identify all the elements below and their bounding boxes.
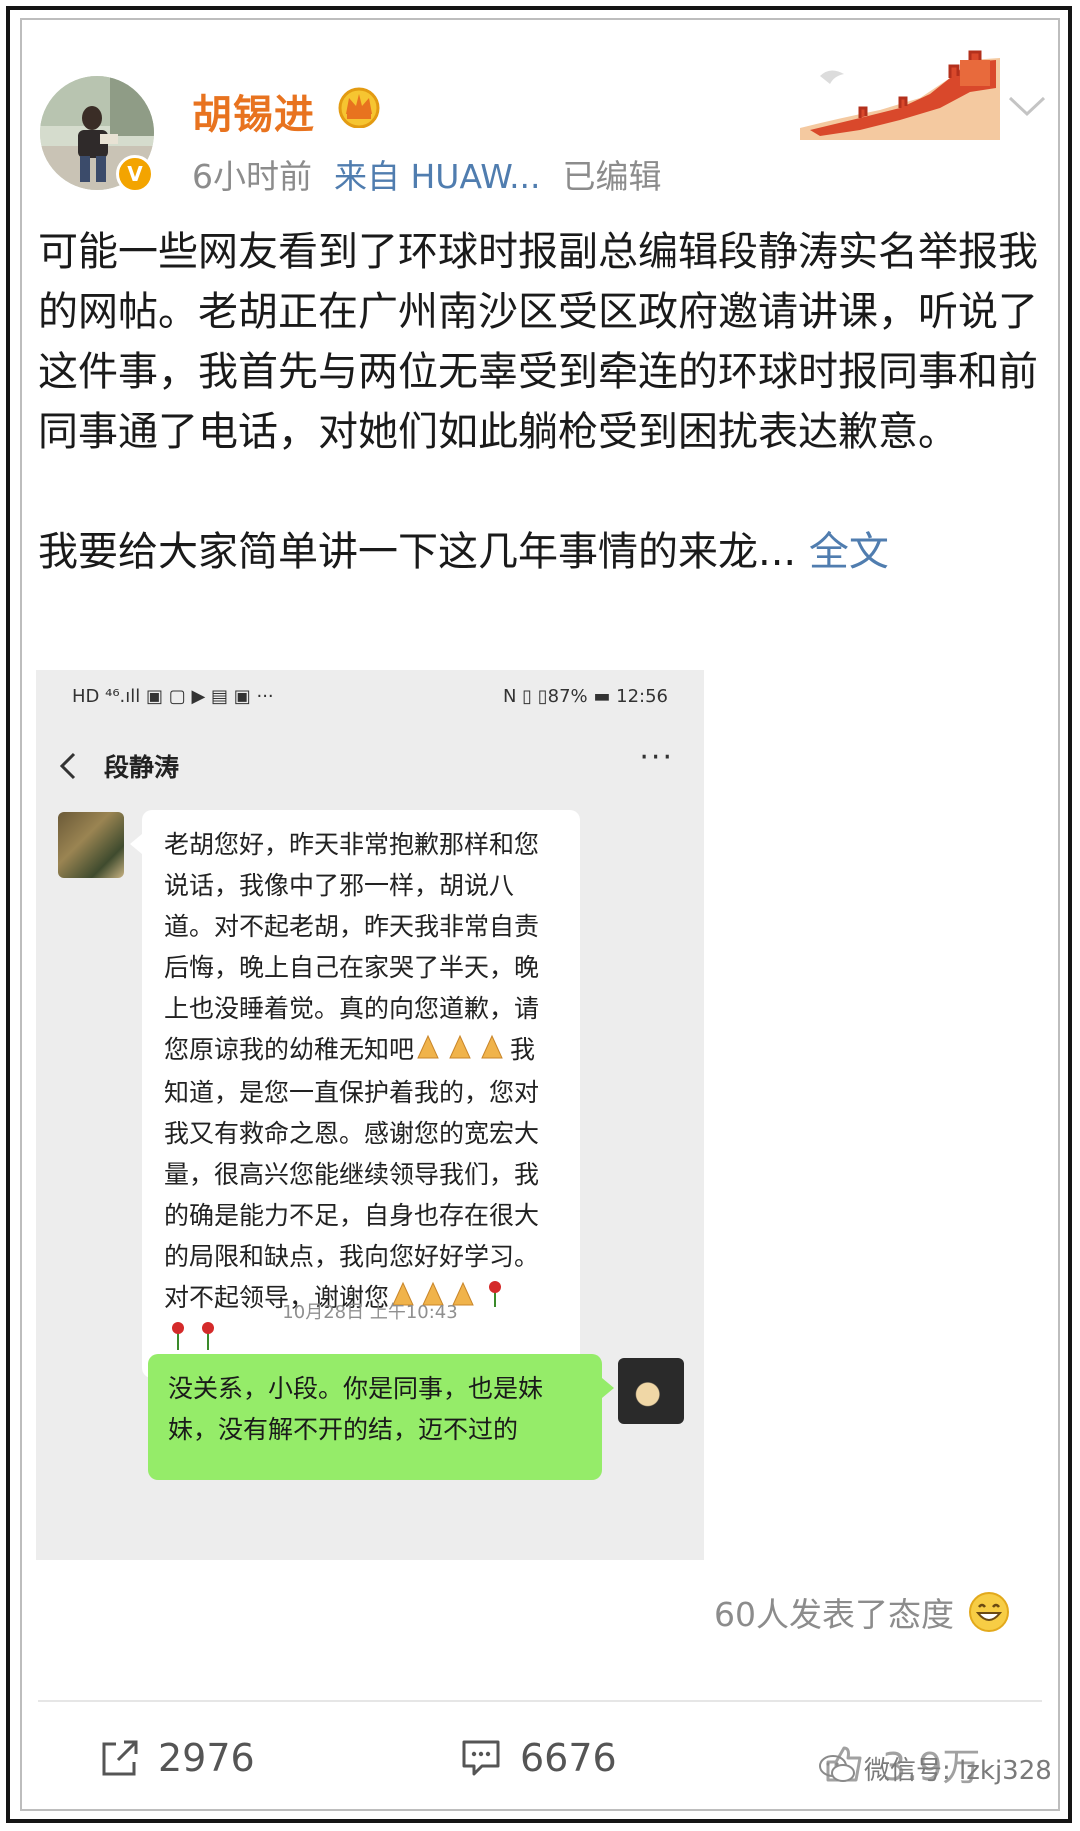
post-paragraph-2: 我要给大家简单讲一下这几年事情的来龙... 全文 — [38, 522, 1048, 582]
reactions-text: 60人发表了态度 — [714, 1595, 954, 1634]
watermark-text: 微信号: lzkj328 — [864, 1756, 1052, 1786]
status-signal: HD ⁴⁶.ıll ▣ ▢ ▶ ▤ ▣ ··· — [72, 686, 274, 707]
author-name[interactable]: 胡锡进 — [192, 82, 315, 140]
post-time: 6小时前 — [192, 157, 312, 196]
outgoing-message: 没关系，小段。你是同事，也是妹妹，没有解不开的结，迈不过的 — [148, 1354, 614, 1480]
chat-title: 段静涛 — [104, 753, 180, 782]
share-count: 2976 — [158, 1736, 255, 1780]
phone-status-bar: HD ⁴⁶.ıll ▣ ▢ ▶ ▤ ▣ ··· N ▯ ▯87% ▬ 12:56 — [72, 684, 668, 712]
outgoing-message-text: 没关系，小段。你是同事，也是妹妹，没有解不开的结，迈不过的 — [168, 1374, 544, 1444]
great-wall-banner-icon — [800, 50, 1000, 140]
post-meta: 6小时前 来自 HUAW... 已编辑 — [192, 150, 684, 198]
folded-hands-icon — [414, 1031, 510, 1072]
smile-emoji-icon — [969, 1592, 1009, 1632]
post-body: 可能一些网友看到了环球时报副总编辑段静涛实名举报我的网帖。老胡正在广州南沙区受区… — [38, 222, 1048, 582]
self-avatar — [618, 1358, 684, 1424]
share-icon — [102, 1740, 138, 1776]
chevron-down-icon[interactable] — [1006, 92, 1048, 120]
verified-badge-icon: V — [116, 155, 154, 193]
edited-label: 已编辑 — [562, 157, 662, 196]
incoming-message-text-1: 老胡您好，昨天非常抱歉那样和您说话，我像中了邪一样，胡说八道。对不起老胡，昨天我… — [164, 830, 540, 1064]
status-right: N ▯ ▯87% ▬ 12:56 — [502, 686, 668, 707]
post-paragraph-1: 可能一些网友看到了环球时报副总编辑段静涛实名举报我的网帖。老胡正在广州南沙区受区… — [38, 229, 1038, 455]
post-paragraph-2-text: 我要给大家简单讲一下这几年事情的来龙... — [38, 529, 797, 575]
wechat-watermark: 微信号: lzkj328 — [818, 1750, 1052, 1787]
incoming-message: 老胡您好，昨天非常抱歉那样和您说话，我像中了邪一样，胡说八道。对不起老胡，昨天我… — [130, 810, 580, 1378]
crown-icon — [338, 87, 380, 128]
reactions-summary[interactable]: 60人发表了态度 — [714, 1588, 1010, 1636]
chat-screenshot-image[interactable]: HD ⁴⁶.ıll ▣ ▢ ▶ ▤ ▣ ··· N ▯ ▯87% ▬ 12:56… — [36, 670, 704, 1560]
chat-more-icon: ··· — [639, 740, 674, 775]
comment-count: 6676 — [520, 1736, 617, 1780]
chat-header: 段静涛 ··· — [36, 732, 704, 802]
comment-button[interactable]: 6676 — [460, 1736, 617, 1780]
wechat-icon — [819, 1754, 855, 1782]
share-button[interactable]: 2976 — [100, 1736, 255, 1780]
contact-avatar — [58, 812, 124, 878]
chat-timestamp: 10月28日 上午10:43 — [282, 1302, 458, 1323]
incoming-message-text-2: 我知道，是您一直保护着我的，您对我又有救命之恩。感谢您的宽宏大量，很高兴您能继续… — [164, 1035, 540, 1312]
post-source[interactable]: 来自 HUAW... — [334, 157, 541, 196]
comment-icon — [462, 1740, 500, 1776]
divider — [38, 1700, 1042, 1702]
back-arrow-icon — [59, 752, 76, 780]
full-text-link[interactable]: 全文 — [809, 529, 889, 575]
